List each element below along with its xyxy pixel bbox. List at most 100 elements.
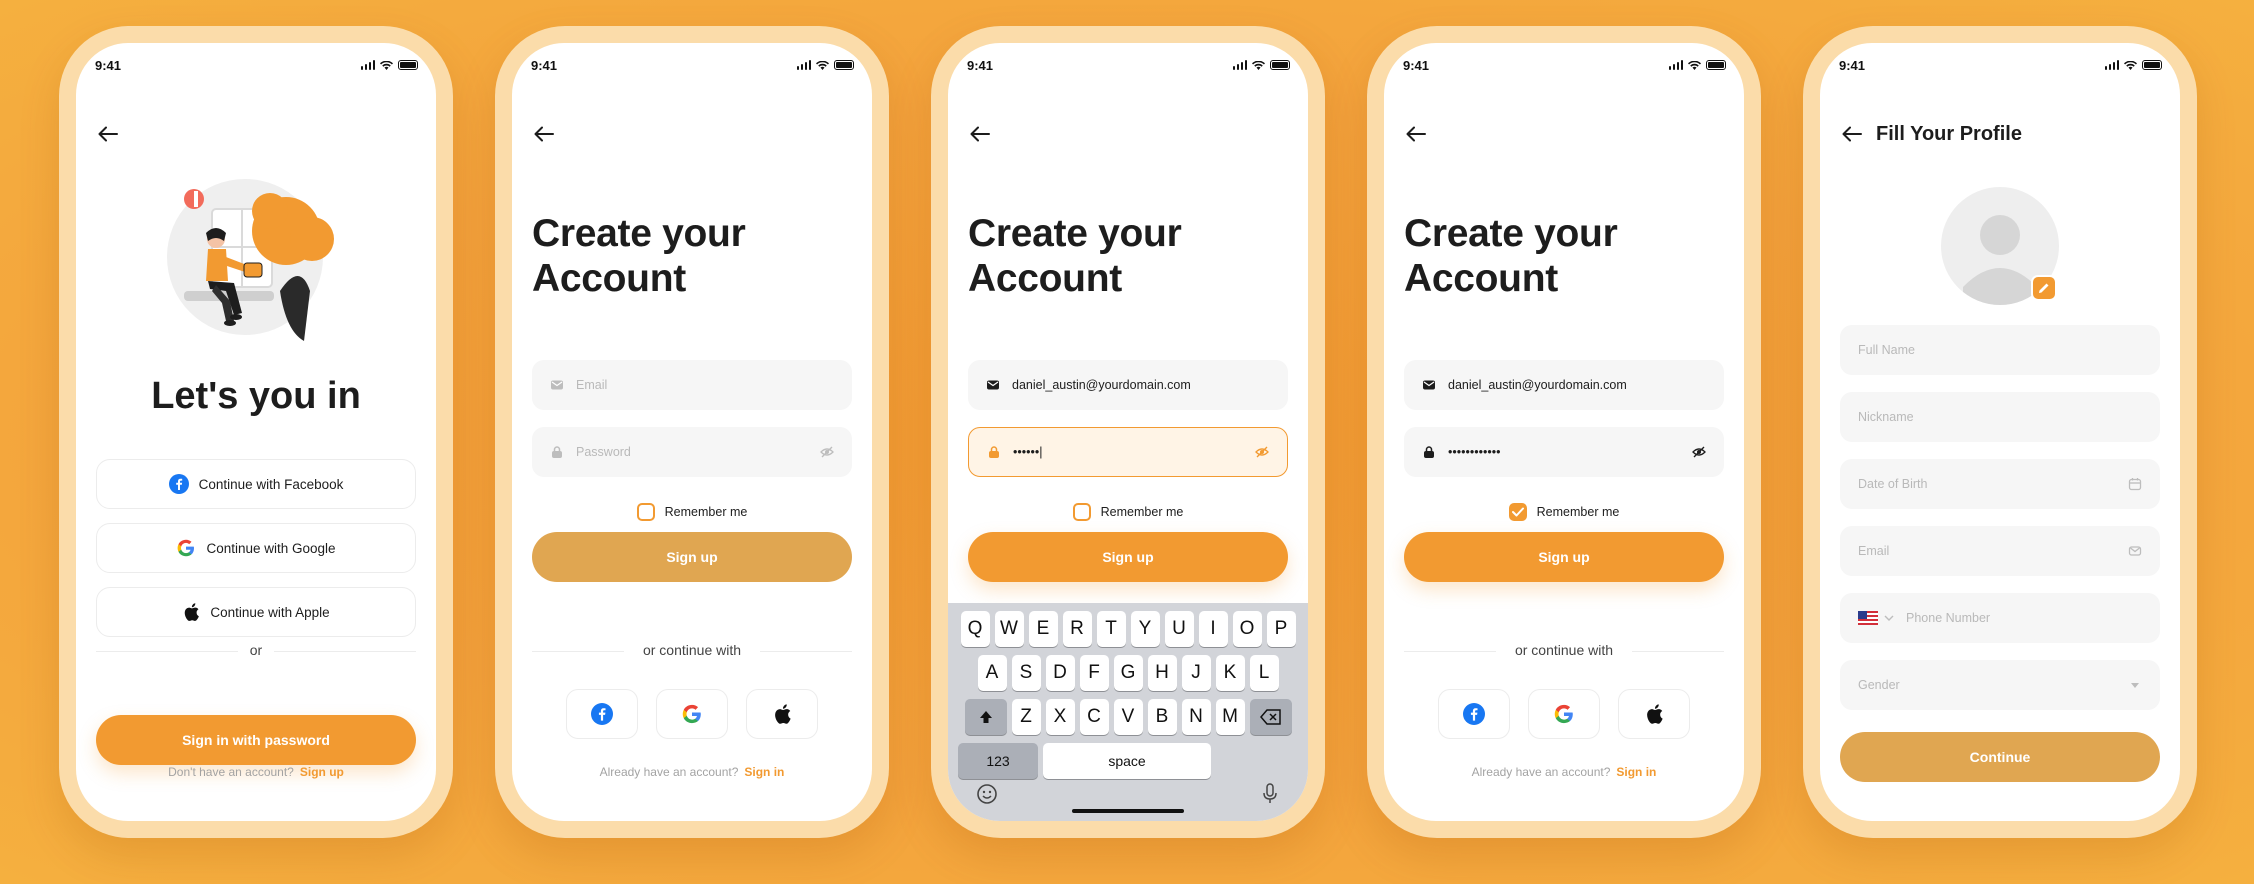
apple-button[interactable] xyxy=(1618,689,1690,739)
apple-button[interactable] xyxy=(746,689,818,739)
continue-google-button[interactable]: Continue with Google xyxy=(96,523,416,573)
backspace-key[interactable] xyxy=(1249,699,1292,735)
email-value: daniel_austin@yourdomain.com xyxy=(1012,378,1191,392)
sign-up-button[interactable]: Sign up xyxy=(532,532,852,582)
password-field[interactable]: Password xyxy=(532,427,852,477)
google-button[interactable] xyxy=(1528,689,1600,739)
continue-apple-button[interactable]: Continue with Apple xyxy=(96,587,416,637)
shift-key[interactable] xyxy=(964,699,1007,735)
nickname-field[interactable]: Nickname xyxy=(1840,392,2160,442)
password-field[interactable]: •••••••••••• xyxy=(1404,427,1724,477)
welcome-illustration xyxy=(167,179,334,341)
key-o[interactable]: O xyxy=(1232,611,1262,647)
key-l[interactable]: L xyxy=(1249,655,1279,691)
eye-slash-icon[interactable] xyxy=(1692,445,1706,459)
back-arrow-icon[interactable] xyxy=(534,126,554,142)
screen-create-account-typing: 9:41 Create your Account daniel_austin@y… xyxy=(948,43,1308,821)
calendar-icon[interactable] xyxy=(2128,477,2142,491)
social-buttons-row xyxy=(512,689,872,739)
signup-prompt: Don't have an account? Sign up xyxy=(76,765,436,779)
edit-avatar-button[interactable] xyxy=(2031,275,2057,301)
sign-up-button[interactable]: Sign up xyxy=(1404,532,1724,582)
continue-apple-label: Continue with Apple xyxy=(210,604,330,620)
keyboard-row-2: A S D F G H J K L xyxy=(948,655,1308,691)
key-i[interactable]: I xyxy=(1198,611,1228,647)
or-continue-with-divider: or continue with xyxy=(532,641,852,661)
key-m[interactable]: M xyxy=(1215,699,1245,735)
chevron-down-icon[interactable] xyxy=(1884,614,1894,622)
continue-facebook-button[interactable]: Continue with Facebook xyxy=(96,459,416,509)
signin-link[interactable]: Sign in xyxy=(744,765,784,779)
back-arrow-icon[interactable] xyxy=(970,126,990,142)
remember-me-checkbox[interactable] xyxy=(636,503,655,521)
remember-me-row[interactable]: Remember me xyxy=(512,502,872,522)
key-x[interactable]: X xyxy=(1045,699,1075,735)
key-g[interactable]: G xyxy=(1113,655,1143,691)
key-j[interactable]: J xyxy=(1181,655,1211,691)
password-field-focused[interactable]: ••••••| xyxy=(968,427,1288,477)
microphone-icon[interactable] xyxy=(1262,783,1278,805)
key-w[interactable]: W xyxy=(994,611,1024,647)
date-of-birth-placeholder: Date of Birth xyxy=(1858,477,1928,491)
status-time: 9:41 xyxy=(967,58,994,73)
remember-me-row[interactable]: Remember me xyxy=(1384,502,1744,522)
phone-number-field[interactable]: Phone Number xyxy=(1840,593,2160,643)
key-p[interactable]: P xyxy=(1266,611,1296,647)
gender-select[interactable]: Gender xyxy=(1840,660,2160,710)
back-arrow-icon[interactable] xyxy=(1842,126,1862,142)
key-c[interactable]: C xyxy=(1079,699,1109,735)
email-field[interactable]: daniel_austin@yourdomain.com xyxy=(968,360,1288,410)
sign-up-button[interactable]: Sign up xyxy=(968,532,1288,582)
key-b[interactable]: B xyxy=(1147,699,1177,735)
password-placeholder: Password xyxy=(576,445,631,459)
key-s[interactable]: S xyxy=(1011,655,1041,691)
remember-me-checkbox-checked[interactable] xyxy=(1508,503,1527,521)
back-arrow-icon[interactable] xyxy=(98,126,118,142)
key-f[interactable]: F xyxy=(1079,655,1109,691)
us-flag-icon xyxy=(1858,611,1878,625)
email-field[interactable]: daniel_austin@yourdomain.com xyxy=(1404,360,1724,410)
email-field[interactable]: Email xyxy=(1840,526,2160,576)
continue-button[interactable]: Continue xyxy=(1840,732,2160,782)
numbers-key[interactable]: 123 xyxy=(958,743,1038,779)
email-value: daniel_austin@yourdomain.com xyxy=(1448,378,1627,392)
key-q[interactable]: Q xyxy=(960,611,990,647)
space-key[interactable]: space xyxy=(1043,743,1211,779)
back-arrow-icon[interactable] xyxy=(1406,126,1426,142)
remember-me-row[interactable]: Remember me xyxy=(948,502,1308,522)
signin-link[interactable]: Sign in xyxy=(1616,765,1656,779)
phone-frame-fill-profile: 9:41 Fill Your Profile Full Name Nicknam… xyxy=(1803,26,2197,838)
key-r[interactable]: R xyxy=(1062,611,1092,647)
key-a[interactable]: A xyxy=(977,655,1007,691)
date-of-birth-field[interactable]: Date of Birth xyxy=(1840,459,2160,509)
email-field[interactable]: Email xyxy=(532,360,852,410)
signup-link[interactable]: Sign up xyxy=(300,765,344,779)
eye-slash-icon[interactable] xyxy=(820,445,834,459)
google-button[interactable] xyxy=(656,689,728,739)
key-d[interactable]: D xyxy=(1045,655,1075,691)
key-h[interactable]: H xyxy=(1147,655,1177,691)
emoji-icon[interactable] xyxy=(976,783,998,805)
sign-in-with-password-button[interactable]: Sign in with password xyxy=(96,715,416,765)
facebook-button[interactable] xyxy=(566,689,638,739)
google-icon xyxy=(682,704,701,724)
key-z[interactable]: Z xyxy=(1011,699,1041,735)
facebook-icon xyxy=(591,703,613,725)
facebook-button[interactable] xyxy=(1438,689,1510,739)
remember-me-checkbox[interactable] xyxy=(1072,503,1091,521)
page-title: Fill Your Profile xyxy=(1876,123,2022,145)
key-t[interactable]: T xyxy=(1096,611,1126,647)
key-e[interactable]: E xyxy=(1028,611,1058,647)
key-k[interactable]: K xyxy=(1215,655,1245,691)
full-name-field[interactable]: Full Name xyxy=(1840,325,2160,375)
eye-slash-icon[interactable] xyxy=(1255,445,1269,459)
shift-arrow-icon xyxy=(979,711,992,723)
phone-frame-create-account-typing: 9:41 Create your Account daniel_austin@y… xyxy=(931,26,1325,838)
email-placeholder: Email xyxy=(1858,544,1890,558)
key-y[interactable]: Y xyxy=(1130,611,1160,647)
key-v[interactable]: V xyxy=(1113,699,1143,735)
key-n[interactable]: N xyxy=(1181,699,1211,735)
keyboard-row-4: 123 space xyxy=(948,743,1308,779)
signal-icon xyxy=(1668,60,1683,70)
key-u[interactable]: U xyxy=(1164,611,1194,647)
